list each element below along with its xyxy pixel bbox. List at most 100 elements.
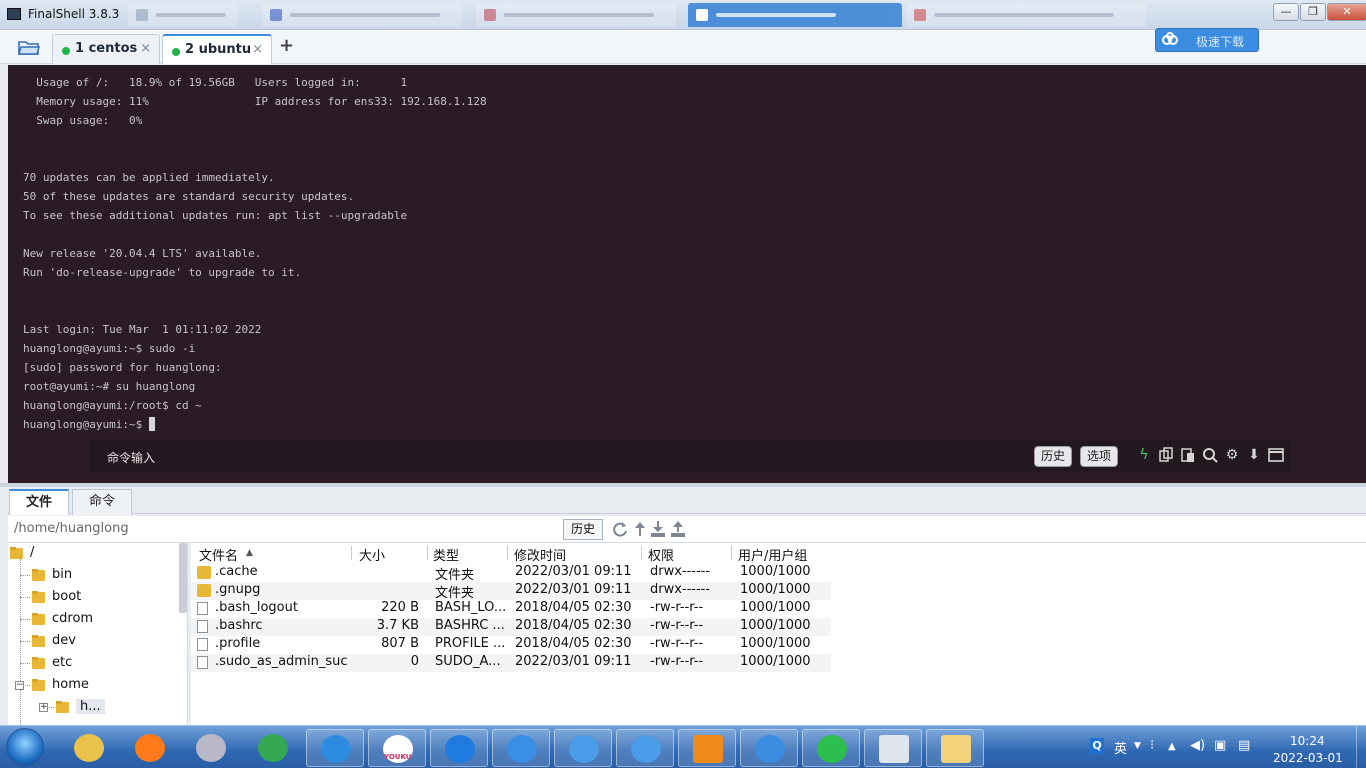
add-tab-button[interactable]: + bbox=[279, 35, 294, 56]
background-browser-tab[interactable] bbox=[476, 3, 676, 27]
lightning-icon[interactable]: ϟ bbox=[1136, 447, 1152, 463]
close-tab-icon[interactable]: × bbox=[140, 41, 151, 56]
taskbar-app-button[interactable] bbox=[182, 729, 240, 767]
expand-icon[interactable]: + bbox=[39, 703, 48, 712]
path-input[interactable]: /home/huanglong bbox=[14, 521, 129, 536]
taskbar-app-button[interactable] bbox=[740, 729, 798, 767]
upload-icon[interactable] bbox=[670, 520, 686, 538]
session-tab-ubuntu[interactable]: 2 ubuntu × bbox=[162, 34, 272, 64]
connected-status-icon bbox=[62, 47, 70, 55]
directory-tree[interactable]: / bin boot cdrom dev etc home − h... + bbox=[8, 543, 188, 725]
column-size[interactable]: 大小 bbox=[359, 545, 385, 564]
session-tab-centos[interactable]: 1 centos × bbox=[52, 34, 160, 64]
tree-item-dev[interactable]: dev bbox=[32, 632, 178, 652]
tree-item-home-user[interactable]: h... bbox=[56, 698, 178, 718]
explorer-icon bbox=[941, 735, 971, 763]
column-type[interactable]: 类型 bbox=[433, 545, 459, 564]
background-browser-tab[interactable] bbox=[906, 3, 1146, 27]
collapse-icon[interactable]: − bbox=[15, 681, 24, 690]
file-type: 文件夹 bbox=[435, 568, 475, 583]
column-owner[interactable]: 用户/用户组 bbox=[738, 545, 807, 564]
file-list[interactable]: 文件名 ▲ 大小 类型 修改时间 权限 用户/用户组 .cache 文件夹 2022… bbox=[191, 543, 1366, 725]
ime-dropdown-icon[interactable]: ▼ bbox=[1134, 741, 1141, 751]
file-row[interactable]: .bash_logout 220 B BASH_LO... 2018/04/05 02… bbox=[191, 600, 831, 618]
background-browser-tab[interactable] bbox=[262, 3, 462, 27]
taskbar-app-button[interactable] bbox=[864, 729, 922, 767]
close-tab-icon[interactable]: × bbox=[252, 42, 263, 57]
gear-icon[interactable]: ⚙ bbox=[1224, 447, 1240, 463]
taskbar-app-button[interactable] bbox=[492, 729, 550, 767]
file-perm: -rw-r--r-- bbox=[650, 600, 704, 615]
clock-date[interactable]: 2022-03-01 bbox=[1273, 751, 1343, 765]
network-icon[interactable]: ▣ bbox=[1214, 738, 1226, 753]
refresh-icon[interactable] bbox=[612, 520, 628, 538]
tree-item-label: etc bbox=[52, 655, 73, 670]
history-button[interactable]: 历史 bbox=[1034, 446, 1073, 467]
paste-icon[interactable] bbox=[1180, 447, 1196, 463]
taskbar-app-button[interactable] bbox=[306, 729, 364, 767]
terminal[interactable]: Usage of /: 18.9% of 19.56GB Users logge… bbox=[8, 65, 1366, 483]
tree-scrollbar[interactable] bbox=[179, 543, 187, 613]
command-input[interactable]: 命令输入 bbox=[107, 449, 155, 466]
column-name[interactable]: 文件名 bbox=[199, 545, 238, 564]
tree-item-cdrom[interactable]: cdrom bbox=[32, 610, 178, 630]
taskbar-app-button[interactable] bbox=[616, 729, 674, 767]
column-modified[interactable]: 修改时间 bbox=[514, 545, 566, 564]
command-input-bar[interactable]: 命令输入 历史 选项 ϟ ⚙ ⬇ bbox=[90, 440, 1290, 472]
media-player-icon bbox=[196, 734, 226, 762]
taskbar-app-button[interactable] bbox=[121, 729, 179, 767]
minimize-button[interactable]: — bbox=[1273, 3, 1299, 21]
taskbar-app-button[interactable] bbox=[60, 729, 118, 767]
close-button[interactable]: ✕ bbox=[1327, 3, 1366, 21]
file-row[interactable]: .gnupg 文件夹 2022/03/01 09:11 drwx------ 1000/… bbox=[191, 582, 831, 601]
taskbar-app-button[interactable] bbox=[678, 729, 736, 767]
volume-icon[interactable]: ◀) bbox=[1190, 738, 1205, 753]
tree-item-boot[interactable]: boot bbox=[32, 588, 178, 608]
tree-item-etc[interactable]: etc bbox=[32, 654, 178, 674]
tray-expand-icon[interactable]: ▲ bbox=[1168, 741, 1176, 752]
show-desktop-button[interactable] bbox=[1356, 726, 1366, 768]
column-permissions[interactable]: 权限 bbox=[648, 545, 674, 564]
taskbar-app-button[interactable] bbox=[244, 729, 302, 767]
copy-icon[interactable] bbox=[1158, 447, 1174, 463]
file-row[interactable]: .cache 文件夹 2022/03/01 09:11 drwx------ 1000/… bbox=[191, 564, 831, 583]
tab-files[interactable]: 文件 bbox=[9, 489, 69, 515]
start-button[interactable] bbox=[6, 728, 44, 766]
ime-tools-icon[interactable]: ⁝ bbox=[1150, 738, 1154, 753]
file-row[interactable]: .bashrc 3.7 KB BASHRC ... 2018/04/05 02:30 -… bbox=[191, 618, 831, 636]
maximize-icon[interactable] bbox=[1268, 447, 1284, 463]
download-arrow-icon[interactable]: ⬇ bbox=[1246, 447, 1262, 463]
tree-item-bin[interactable]: bin bbox=[32, 566, 178, 586]
file-type: 文件夹 bbox=[435, 586, 475, 601]
ime-q-icon[interactable]: Q bbox=[1090, 738, 1104, 754]
speed-download-button[interactable]: 极速下载 bbox=[1155, 28, 1259, 52]
path-history-button[interactable]: 历史 bbox=[563, 519, 604, 540]
security-icon[interactable]: ▤ bbox=[1238, 738, 1250, 753]
terminal-line: Run 'do-release-upgrade' to upgrade to i… bbox=[23, 266, 302, 279]
maximize-button[interactable]: ❐ bbox=[1300, 3, 1326, 21]
taskbar-app-button[interactable] bbox=[430, 729, 488, 767]
download-icon[interactable] bbox=[650, 520, 666, 538]
folder-icon bbox=[10, 547, 23, 559]
taskbar-app-button[interactable] bbox=[554, 729, 612, 767]
up-dir-icon[interactable] bbox=[632, 520, 648, 538]
search-icon[interactable] bbox=[1202, 447, 1218, 463]
taskbar-app-button[interactable] bbox=[926, 729, 984, 767]
tree-root[interactable]: / bbox=[10, 544, 180, 564]
youku-label: YOUKU bbox=[384, 753, 412, 761]
options-button[interactable]: 选项 bbox=[1080, 446, 1119, 467]
taskbar-app-button[interactable] bbox=[802, 729, 860, 767]
cloud-icon bbox=[1162, 32, 1178, 45]
tab-commands[interactable]: 命令 bbox=[72, 489, 132, 515]
taskbar-app-button[interactable]: YOUKU bbox=[368, 729, 426, 767]
open-folder-icon[interactable] bbox=[18, 39, 40, 55]
file-owner: 1000/1000 bbox=[740, 600, 811, 615]
clock-time[interactable]: 10:24 bbox=[1290, 734, 1325, 748]
ime-language[interactable]: 英 bbox=[1114, 738, 1127, 757]
background-browser-tab[interactable] bbox=[128, 3, 238, 27]
tree-item-home[interactable]: home bbox=[32, 676, 178, 696]
file-row[interactable]: .profile 807 B PROFILE ... 2018/04/05 02:30… bbox=[191, 636, 831, 654]
file-row[interactable]: .sudo_as_admin_suc... 0 SUDO_A... 2022/03/0… bbox=[191, 654, 831, 672]
background-browser-tab-active[interactable] bbox=[688, 3, 902, 27]
folder-icon bbox=[197, 566, 211, 579]
